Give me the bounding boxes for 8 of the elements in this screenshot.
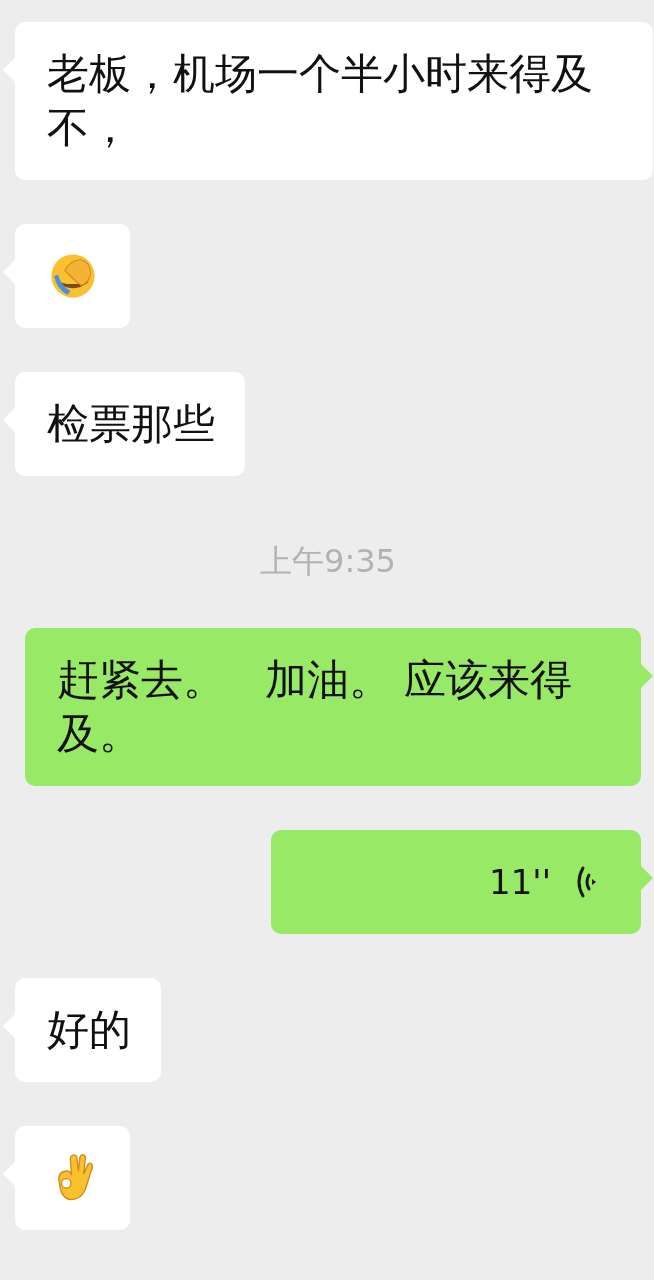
timestamp: 上午9:35	[260, 541, 396, 582]
message-bubble: 老板，机场一个半小时来得及不，	[15, 22, 653, 180]
message-bubble: 赶紧去。 加油。 应该来得及。	[25, 628, 641, 786]
message-bubble: 检票那些	[15, 372, 245, 476]
message-bubble: 好的	[15, 978, 161, 1082]
bubble-tail	[641, 664, 653, 688]
bubble-tail	[641, 866, 653, 890]
voice-message[interactable]: 11''	[271, 830, 641, 934]
